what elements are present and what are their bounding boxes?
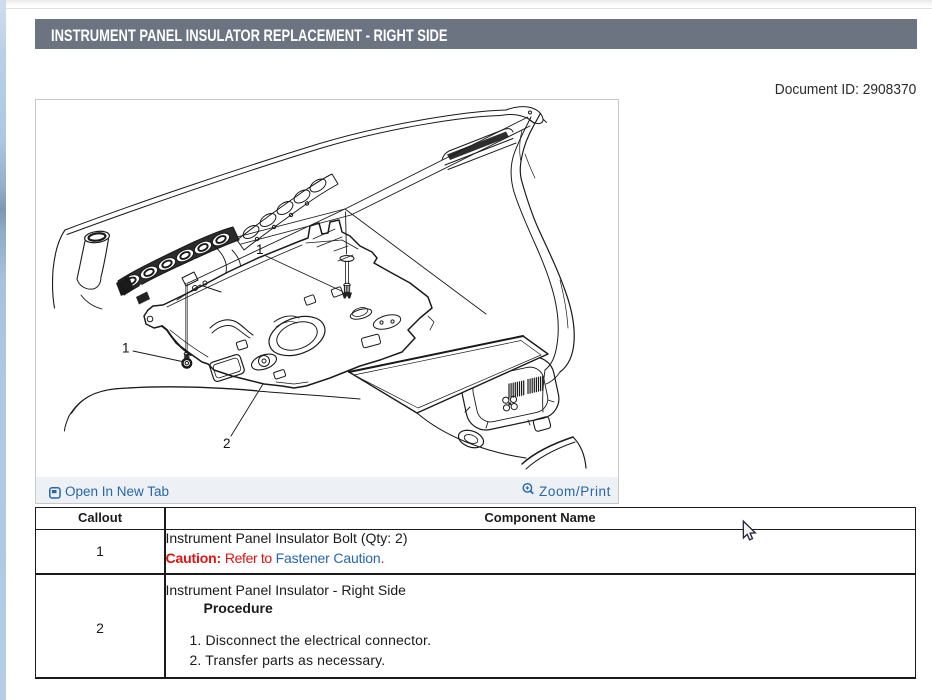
svg-text:2: 2 <box>223 436 231 451</box>
svg-text:1: 1 <box>122 341 130 356</box>
svg-text:1: 1 <box>256 242 264 257</box>
